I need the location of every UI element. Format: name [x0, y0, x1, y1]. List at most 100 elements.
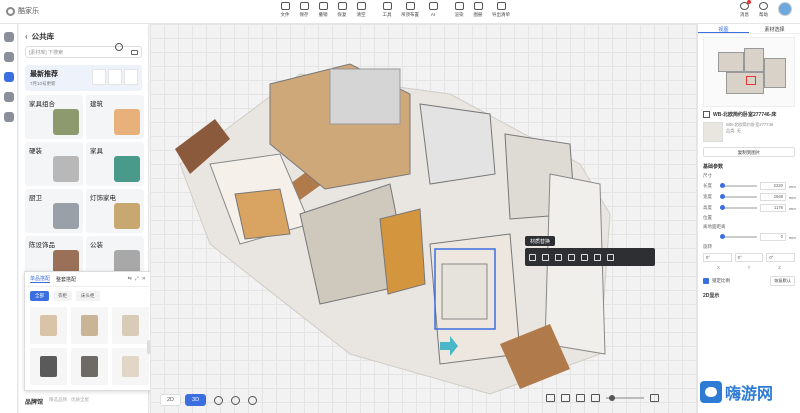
close-icon[interactable]: ✕: [142, 276, 146, 282]
export-list-button[interactable]: 导出清单: [488, 2, 514, 18]
ground-row: 离地面距离: [703, 224, 795, 230]
product-item[interactable]: [30, 348, 67, 385]
product-item[interactable]: [112, 307, 149, 344]
tools-button[interactable]: 工具: [378, 2, 396, 18]
view-2d-button[interactable]: 2D: [160, 394, 182, 406]
ground-slider[interactable]: [720, 234, 757, 240]
zoom-in-icon[interactable]: [650, 394, 659, 402]
category-card[interactable]: 灯饰家电: [86, 189, 144, 233]
brand-hall[interactable]: 品牌馆 精选品牌 · 优质全屋: [25, 397, 89, 406]
help-button[interactable]: 帮助: [759, 2, 768, 18]
ceiling-button[interactable]: 吊顶布置: [397, 2, 423, 18]
lock-ratio-checkbox[interactable]: [703, 278, 709, 284]
3d-canvas[interactable]: 材质替换: [150, 24, 697, 413]
tab-set[interactable]: 整套搭配: [56, 276, 76, 283]
cube-icon[interactable]: [231, 395, 241, 405]
main-tools: 文件 保存 撤销 恢复 清空 工具 吊顶布置 AI 渲染 图册 导出清单: [276, 2, 515, 18]
view-3d-button[interactable]: 3D: [185, 394, 207, 406]
chip-wardrobe[interactable]: 衣柜: [53, 291, 72, 301]
swap-icon[interactable]: [555, 253, 562, 261]
category-card[interactable]: 家具组合: [25, 95, 83, 139]
delete-icon[interactable]: [607, 253, 614, 261]
star-icon[interactable]: [594, 253, 601, 261]
search-input[interactable]: [素材库] 下搜索: [25, 46, 142, 58]
back-icon[interactable]: ‹: [25, 32, 28, 41]
product-item[interactable]: [71, 307, 108, 344]
undo-button[interactable]: 撤销: [314, 2, 332, 18]
pin-icon[interactable]: ⇆: [128, 276, 132, 282]
product-item[interactable]: [71, 348, 108, 385]
closet: [234, 188, 291, 240]
album-button[interactable]: 图册: [469, 2, 487, 18]
reset-button[interactable]: 恢复默认: [770, 276, 795, 286]
library-header: ‹ 公共库: [19, 24, 148, 46]
move-icon[interactable]: [529, 253, 536, 261]
height-field[interactable]: 1178: [760, 204, 786, 212]
zoom-out-icon[interactable]: [591, 394, 600, 402]
promo-banner[interactable]: 最新推荐 7月10号更新: [25, 65, 142, 91]
clear-button[interactable]: 清空: [352, 2, 370, 18]
ai-button[interactable]: AI: [424, 2, 442, 18]
promo-thumb: [108, 69, 122, 85]
zoom-knob[interactable]: [609, 395, 615, 401]
avatar[interactable]: [778, 2, 792, 16]
lightbulb-icon[interactable]: [3, 52, 14, 62]
settings-icon[interactable]: [248, 395, 258, 405]
category-card[interactable]: 硬装: [25, 142, 83, 186]
selected-object: WB-北欧简约卧室277746-床 WB-北欧简约卧室277746 品类: 无: [703, 111, 795, 142]
length-field[interactable]: 2220: [760, 182, 786, 190]
height-slider[interactable]: [720, 205, 757, 211]
copy-icon[interactable]: [568, 253, 575, 261]
compass-icon[interactable]: [561, 394, 570, 402]
library-icon[interactable]: [3, 72, 14, 82]
layers-icon[interactable]: [3, 112, 14, 122]
image-search-icon[interactable]: [131, 49, 138, 55]
rotation-y-field[interactable]: 0°: [734, 253, 764, 262]
nightstand-thumb: [122, 315, 139, 336]
chip-all[interactable]: 全部: [30, 291, 49, 301]
category-card[interactable]: 家具: [86, 142, 144, 186]
tab-view[interactable]: 视图: [698, 24, 749, 33]
eye-icon[interactable]: [214, 395, 224, 405]
ground-field[interactable]: 0: [760, 233, 786, 241]
width-field[interactable]: 2568: [760, 193, 786, 201]
minimap[interactable]: [703, 37, 795, 107]
rotation-x-field[interactable]: 0°: [703, 253, 732, 262]
app-logo[interactable]: 酷家乐: [6, 6, 39, 16]
width-slider[interactable]: [720, 194, 757, 200]
ceiling-icon: [405, 2, 415, 10]
promo-thumb: [92, 69, 106, 85]
hide-icon[interactable]: [581, 253, 588, 261]
length-slider[interactable]: [720, 183, 757, 189]
replace-button[interactable]: 复制到图片: [703, 147, 795, 157]
search-icon[interactable]: [115, 43, 123, 51]
messages-button[interactable]: 消息: [740, 0, 751, 18]
chip-nightstand[interactable]: 床头柜: [76, 291, 100, 301]
render-button[interactable]: 渲染: [450, 2, 468, 18]
fit-icon[interactable]: [576, 394, 585, 402]
warning-icon[interactable]: [542, 253, 549, 261]
object-name: WB-北欧简约卧室277746: [726, 122, 774, 127]
user-icon[interactable]: [3, 92, 14, 102]
tab-single[interactable]: 单品搭配: [30, 275, 51, 283]
zoom-slider[interactable]: [606, 395, 644, 401]
cloud-icon[interactable]: [3, 32, 14, 42]
file-button[interactable]: 文件: [276, 2, 294, 18]
context-label[interactable]: 材质替换: [525, 236, 556, 246]
object-thumb: [703, 122, 723, 142]
expand-icon[interactable]: ⤢: [135, 276, 139, 282]
save-button[interactable]: 保存: [295, 2, 313, 18]
rotation-z-field[interactable]: 0°: [766, 253, 796, 262]
ai-icon: [428, 2, 438, 10]
screenshot-icon[interactable]: [546, 394, 555, 402]
redo-button[interactable]: 恢复: [333, 2, 351, 18]
product-item[interactable]: [30, 307, 67, 344]
category-card[interactable]: 建筑: [86, 95, 144, 139]
category-card[interactable]: 厨卫: [25, 189, 83, 233]
tab-material[interactable]: 素材选择: [749, 24, 800, 33]
floorplan-3d[interactable]: [150, 24, 697, 413]
product-item[interactable]: [112, 348, 149, 385]
minimap-room: [718, 52, 744, 72]
context-toolbar: [525, 248, 655, 266]
category-thumb: [114, 156, 140, 182]
